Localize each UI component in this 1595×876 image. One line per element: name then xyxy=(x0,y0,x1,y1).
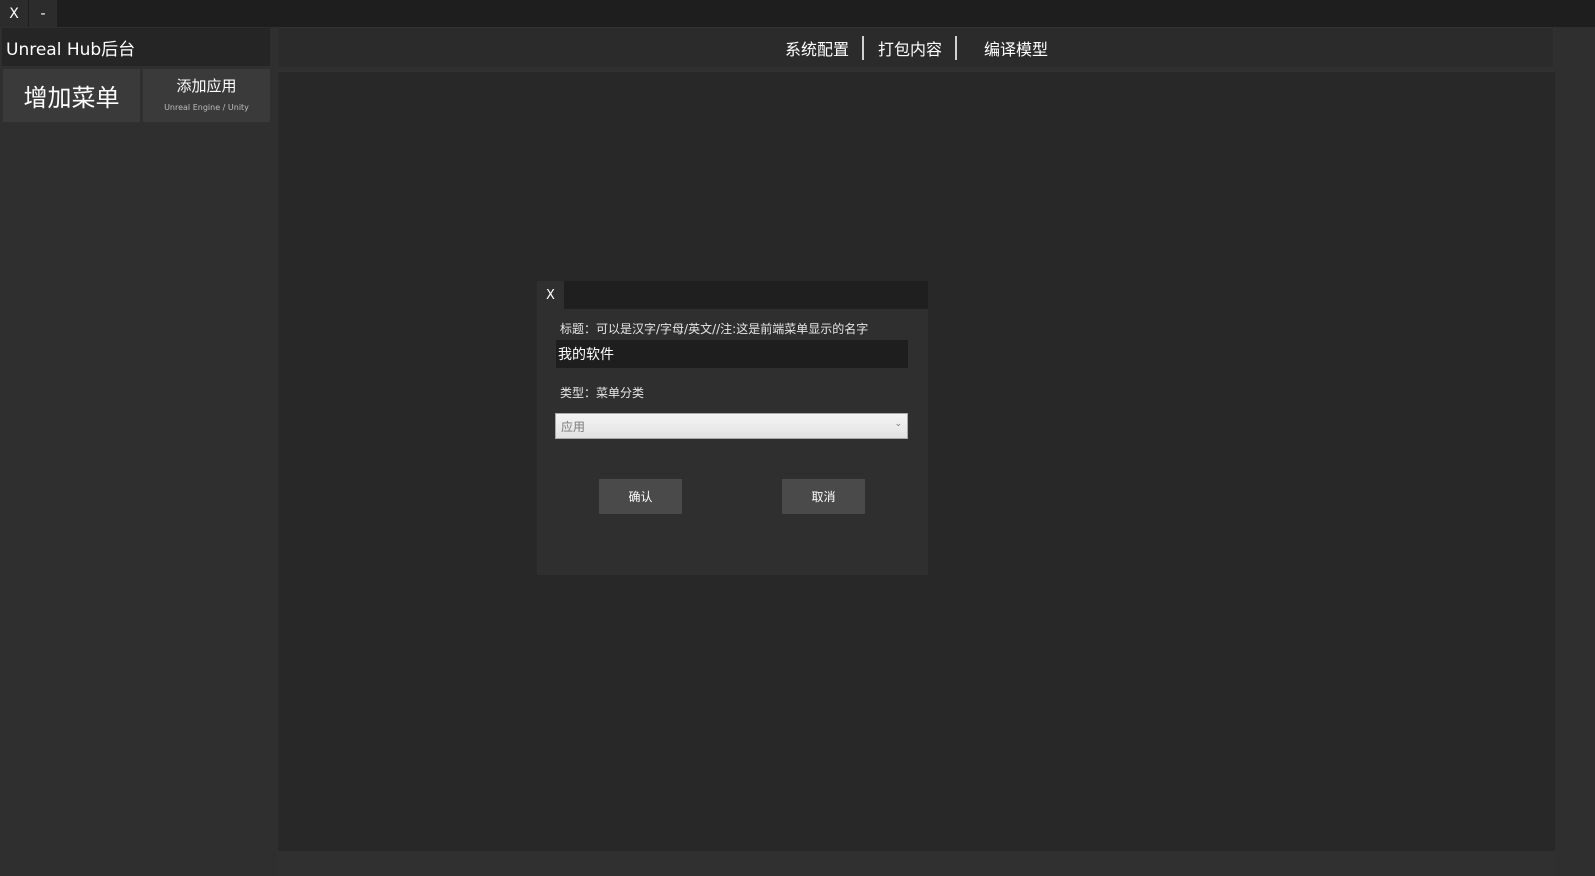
nav-package-content[interactable]: 打包内容 xyxy=(878,28,942,67)
confirm-button[interactable]: 确认 xyxy=(599,479,682,514)
cancel-button[interactable]: 取消 xyxy=(782,479,865,514)
add-app-button[interactable]: 添加应用 Unreal Engine / Unity xyxy=(143,69,270,122)
top-nav: 系统配置 打包内容 编译模型 xyxy=(278,28,1553,67)
nav-separator xyxy=(955,36,957,60)
window-title-bar xyxy=(0,0,1595,27)
dialog-close-button[interactable]: X xyxy=(537,281,564,309)
chevron-down-icon: ⌄ xyxy=(894,419,902,429)
add-menu-dialog: X 标题：可以是汉字/字母/英文//注:这是前端菜单显示的名字 类型：菜单分类 … xyxy=(537,281,928,575)
app-title: Unreal Hub后台 xyxy=(2,28,270,66)
dialog-header xyxy=(537,281,928,309)
title-input[interactable] xyxy=(556,340,908,368)
nav-system-config[interactable]: 系统配置 xyxy=(785,28,849,67)
type-select[interactable]: 应用 ⌄ xyxy=(555,413,908,439)
nav-separator xyxy=(862,36,864,60)
right-edge xyxy=(1555,27,1595,876)
nav-compile-model[interactable]: 编译模型 xyxy=(984,28,1048,67)
window-close-button[interactable]: X xyxy=(0,0,28,27)
type-select-value: 应用 xyxy=(561,419,586,434)
title-field-label: 标题：可以是汉字/字母/英文//注:这是前端菜单显示的名字 xyxy=(560,322,869,336)
type-field-label: 类型：菜单分类 xyxy=(560,386,645,400)
add-app-sublabel: Unreal Engine / Unity xyxy=(164,103,249,112)
sidebar xyxy=(0,27,274,876)
add-app-label: 添加应用 xyxy=(176,77,237,95)
add-menu-button[interactable]: 增加菜单 xyxy=(3,69,140,122)
window-minimize-button[interactable]: - xyxy=(29,0,57,27)
